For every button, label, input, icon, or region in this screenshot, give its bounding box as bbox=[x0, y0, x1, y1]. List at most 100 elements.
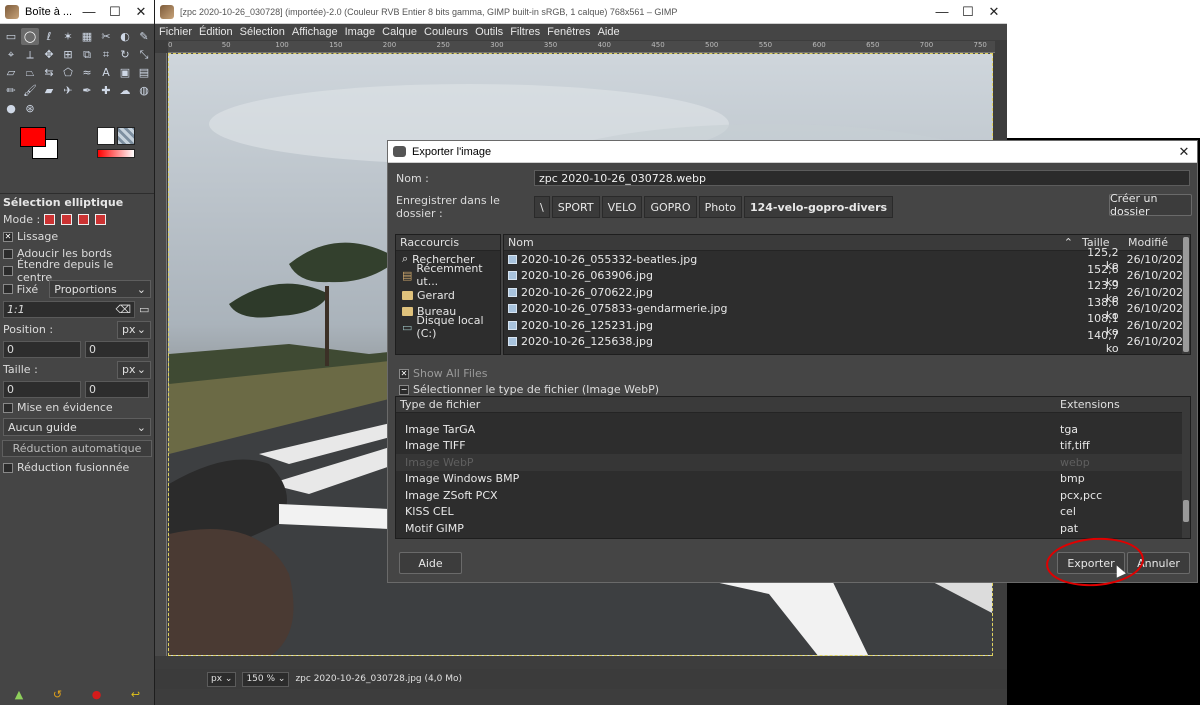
pencil-tool-icon[interactable]: ✏ bbox=[2, 82, 20, 99]
expand-center-checkbox[interactable] bbox=[3, 265, 13, 276]
filetype-row[interactable]: Image TIFF tif,tiff bbox=[396, 438, 1190, 455]
ratio-options-icon[interactable]: ▭ bbox=[139, 303, 149, 316]
menu-item[interactable]: Outils bbox=[475, 26, 503, 38]
show-all-files-row[interactable]: ✕ Show All Files bbox=[396, 365, 490, 382]
fixed-mode-select[interactable]: Proportions ⌄ bbox=[49, 280, 151, 298]
fixed-checkbox[interactable] bbox=[3, 284, 13, 294]
blend-tool-icon[interactable]: ▤ bbox=[135, 64, 153, 81]
close-icon[interactable]: ✕ bbox=[1171, 144, 1197, 160]
filetype-row[interactable]: Image Windows BMP bmp bbox=[396, 471, 1190, 488]
gradient-preview[interactable] bbox=[97, 149, 135, 158]
size-w-input[interactable]: 0 bbox=[3, 381, 81, 398]
measure-tool-icon[interactable]: ⟂ bbox=[21, 46, 39, 63]
mode-subtract-icon[interactable] bbox=[78, 214, 90, 225]
warp-tool-icon[interactable]: ≈ bbox=[78, 64, 96, 81]
filetype-row[interactable]: Motif GIMP pat bbox=[396, 520, 1190, 537]
position-unit-select[interactable]: px ⌄ bbox=[117, 320, 151, 339]
dodge-tool-icon[interactable]: ◍ bbox=[135, 82, 153, 99]
brush-preview[interactable] bbox=[97, 127, 115, 145]
close-icon[interactable]: ✕ bbox=[128, 4, 154, 20]
minimize-icon[interactable]: — bbox=[929, 4, 955, 19]
rect-select-tool-icon[interactable]: ▭ bbox=[2, 28, 20, 45]
column-extensions[interactable]: Extensions bbox=[1057, 398, 1190, 411]
menu-item[interactable]: Aide bbox=[598, 26, 620, 38]
unit-select[interactable]: px ⌄ bbox=[207, 671, 237, 687]
maximize-icon[interactable]: ☐ bbox=[102, 4, 128, 20]
flip-tool-icon[interactable]: ⇆ bbox=[40, 64, 58, 81]
pattern-preview[interactable] bbox=[117, 127, 135, 145]
restore-options-icon[interactable]: ↺ bbox=[53, 688, 62, 701]
menu-item[interactable]: Image bbox=[345, 26, 376, 38]
blur-tool-icon[interactable]: ● bbox=[2, 100, 20, 117]
menu-item[interactable]: Édition bbox=[199, 26, 233, 38]
ellipse-select-tool-icon[interactable]: ◯ bbox=[21, 28, 39, 45]
close-icon[interactable]: ✕ bbox=[981, 4, 1007, 20]
paths-tool-icon[interactable]: ✎ bbox=[135, 28, 153, 45]
color-select-tool-icon[interactable]: ▦ bbox=[78, 28, 96, 45]
antialias-checkbox[interactable]: ✕ bbox=[3, 231, 13, 242]
rotate-tool-icon[interactable]: ↻ bbox=[116, 46, 134, 63]
guides-select[interactable]: Aucun guide ⌄ bbox=[3, 418, 151, 436]
heal-tool-icon[interactable]: ⊛ bbox=[21, 100, 39, 117]
collapse-icon[interactable]: − bbox=[399, 384, 409, 395]
file-row[interactable]: 2020-10-26_125638.jpg 140,7 ko 26/10/2020 bbox=[504, 329, 1190, 354]
filetype-row[interactable]: Image WebP webp bbox=[396, 454, 1190, 471]
place-item[interactable]: Gerard bbox=[396, 287, 500, 303]
mode-add-icon[interactable] bbox=[61, 214, 73, 225]
scale-tool-icon[interactable]: ⤡ bbox=[135, 46, 153, 63]
shrink-merged-checkbox[interactable] bbox=[3, 462, 13, 473]
perspective-tool-icon[interactable]: ⏢ bbox=[21, 64, 39, 81]
crop-tool-icon[interactable]: ⌗ bbox=[97, 46, 115, 63]
highlight-row[interactable]: Mise en évidence bbox=[0, 399, 154, 416]
ratio-field[interactable]: 1:1 ⌫ bbox=[3, 300, 135, 318]
column-name[interactable]: Nom ⌃ bbox=[504, 236, 1078, 249]
eraser-tool-icon[interactable]: ▰ bbox=[40, 82, 58, 99]
save-options-icon[interactable]: ▲ bbox=[15, 688, 23, 701]
antialias-row[interactable]: ✕ Lissage bbox=[0, 228, 154, 245]
reset-options-icon[interactable]: ↩ bbox=[131, 688, 140, 701]
menu-item[interactable]: Affichage bbox=[292, 26, 338, 38]
ink-tool-icon[interactable]: ✒ bbox=[78, 82, 96, 99]
menu-item[interactable]: Calque bbox=[382, 26, 417, 38]
create-folder-button[interactable]: Créer un dossier bbox=[1109, 192, 1192, 218]
color-picker-tool-icon[interactable]: ⌖ bbox=[2, 46, 20, 63]
filetype-row[interactable]: Image ZSoft PCX pcx,pcc bbox=[396, 487, 1190, 504]
breadcrumb-item[interactable]: GOPRO bbox=[644, 196, 697, 218]
free-select-tool-icon[interactable]: ℓ bbox=[40, 28, 58, 45]
menu-item[interactable]: Fenêtres bbox=[547, 26, 590, 38]
foreground-select-tool-icon[interactable]: ◐ bbox=[116, 28, 134, 45]
place-item[interactable]: ▤ Récemment ut... bbox=[396, 262, 500, 288]
minimize-icon[interactable]: — bbox=[76, 4, 102, 19]
menu-item[interactable]: Couleurs bbox=[424, 26, 468, 38]
delete-options-icon[interactable]: ● bbox=[92, 688, 102, 701]
menu-item[interactable]: Filtres bbox=[510, 26, 540, 38]
transform-tool-icon[interactable]: ⧉ bbox=[78, 46, 96, 63]
breadcrumb-item[interactable]: SPORT bbox=[551, 196, 600, 218]
size-h-input[interactable]: 0 bbox=[85, 381, 149, 398]
mode-intersect-icon[interactable] bbox=[95, 214, 107, 225]
shrink-merged-row[interactable]: Réduction fusionnée bbox=[0, 459, 154, 476]
menu-item[interactable]: Fichier bbox=[159, 26, 192, 38]
feather-checkbox[interactable] bbox=[3, 248, 13, 259]
breadcrumb-item[interactable]: VELO bbox=[601, 196, 643, 218]
paintbrush-tool-icon[interactable]: 🖌 bbox=[21, 82, 39, 99]
autoshrink-button[interactable]: Réduction automatique bbox=[2, 440, 152, 457]
column-modified[interactable]: Modifié bbox=[1124, 236, 1190, 249]
filetype-row[interactable]: Image TarGA tga bbox=[396, 421, 1190, 438]
position-y-input[interactable]: 0 bbox=[85, 341, 149, 358]
breadcrumb-item[interactable]: 124-velo-gopro-divers bbox=[743, 196, 894, 218]
move-tool-icon[interactable]: ✥ bbox=[40, 46, 58, 63]
clear-icon[interactable]: ⌫ bbox=[115, 303, 131, 316]
column-type[interactable]: Type de fichier bbox=[396, 398, 1057, 411]
fuzzy-select-tool-icon[interactable]: ✶ bbox=[59, 28, 77, 45]
filetypes-scrollbar[interactable] bbox=[1182, 397, 1190, 538]
scissors-tool-icon[interactable]: ✂ bbox=[97, 28, 115, 45]
files-scrollbar[interactable] bbox=[1182, 235, 1190, 354]
airbrush-tool-icon[interactable]: ✈ bbox=[59, 82, 77, 99]
foreground-color[interactable] bbox=[20, 127, 46, 147]
breadcrumb-item[interactable]: \ bbox=[534, 196, 550, 218]
menu-item[interactable]: Sélection bbox=[240, 26, 285, 38]
help-button[interactable]: Aide bbox=[399, 552, 462, 574]
maximize-icon[interactable]: ☐ bbox=[955, 4, 981, 20]
zoom-select[interactable]: 150 % ⌄ bbox=[242, 671, 290, 687]
